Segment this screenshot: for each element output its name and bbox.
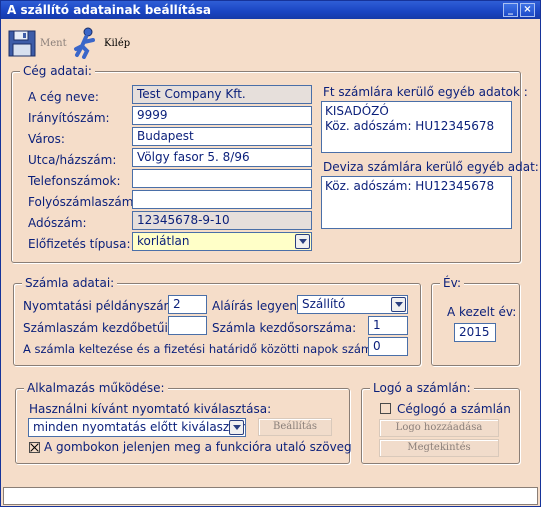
- prefix-label: Számlaszám kezdőbetűi:: [23, 321, 172, 335]
- company-legend: Cég adatai:: [20, 64, 95, 78]
- street-field[interactable]: Völgy fasor 5. 8/96: [132, 148, 312, 167]
- minimize-button[interactable]: _: [503, 3, 518, 17]
- status-bar: [3, 487, 538, 505]
- subscription-label: Előfizetés típusa:: [28, 237, 131, 251]
- exit-button[interactable]: Kilép: [71, 25, 130, 61]
- save-label: Ment: [40, 37, 67, 49]
- fx-other-memo[interactable]: Köz. adószám: HU12345678: [321, 176, 512, 229]
- subscription-select[interactable]: korlátlan: [132, 232, 312, 251]
- start-number-field[interactable]: 1: [368, 316, 408, 335]
- tax-number-label: Adószám:: [28, 216, 87, 230]
- preview-logo-button[interactable]: Megtekintés: [379, 439, 499, 457]
- chevron-down-icon[interactable]: [229, 420, 244, 435]
- ft-other-line: KISADÓZÓ: [325, 104, 389, 118]
- chevron-down-icon[interactable]: [295, 234, 310, 249]
- ft-other-memo[interactable]: KISADÓZÓ Köz. adószám: HU12345678: [321, 101, 512, 153]
- days-label: A számla keltezése és a fizetési határid…: [23, 342, 384, 356]
- close-button[interactable]: ×: [520, 3, 535, 17]
- show-text-label: A gombokon jelenjen meg a funkcióra utal…: [44, 440, 352, 454]
- signature-select[interactable]: Szállító: [297, 295, 408, 314]
- floppy-disk-icon: [8, 30, 36, 57]
- zip-label: Irányítószám:: [28, 111, 110, 125]
- city-label: Város:: [28, 132, 65, 146]
- company-name-label: A cég neve:: [28, 90, 99, 104]
- copies-label: Nyomtatási példányszám:: [23, 299, 180, 313]
- title-bar: A szállító adatainak beállítása: [1, 1, 540, 19]
- tax-number-field[interactable]: 12345678-9-10: [132, 211, 312, 230]
- printer-select[interactable]: minden nyomtatás előtt kiválasztom: [28, 418, 246, 437]
- start-number-label: Számla kezdősorszáma:: [212, 321, 357, 335]
- invoice-legend: Számla adatai:: [22, 276, 118, 290]
- logo-legend: Logó a számlán:: [370, 381, 474, 395]
- year-field[interactable]: 2015: [454, 323, 496, 342]
- save-button[interactable]: Ment: [7, 25, 67, 61]
- printer-label: Használni kívánt nyomtató kiválasztása:: [29, 402, 272, 416]
- company-name-field[interactable]: Test Company Kft.: [132, 85, 312, 104]
- ft-other-label: Ft számlára kerülő egyéb adatok :: [323, 85, 528, 99]
- company-logo-label: Céglogó a számlán: [397, 402, 511, 416]
- zip-field[interactable]: 9999: [132, 106, 312, 125]
- ft-other-line: Köz. adószám: HU12345678: [325, 119, 495, 133]
- prefix-field[interactable]: [168, 316, 207, 335]
- settings-window: A szállító adatainak beállítása _ × Ment…: [0, 0, 541, 507]
- subscription-value: korlátlan: [137, 234, 190, 248]
- street-label: Utca/házszám:: [28, 153, 117, 167]
- exit-label: Kilép: [104, 37, 131, 49]
- printer-value: minden nyomtatás előtt kiválasztom: [33, 420, 246, 434]
- running-man-icon: [74, 27, 95, 59]
- account-field[interactable]: [132, 190, 312, 209]
- year-label: A kezelt év:: [447, 305, 517, 319]
- window-title: A szállító adatainak beállítása: [7, 3, 211, 17]
- printer-settings-button[interactable]: Beállítás: [258, 418, 332, 436]
- city-field[interactable]: Budapest: [132, 127, 312, 146]
- phone-label: Telefonszámok:: [28, 174, 121, 188]
- fx-other-line: Köz. adószám: HU12345678: [325, 179, 495, 193]
- days-field[interactable]: 0: [368, 337, 408, 356]
- account-label: Folyószámlaszám:: [28, 195, 138, 209]
- add-logo-button[interactable]: Logo hozzáadása: [379, 419, 499, 437]
- chevron-down-icon[interactable]: [391, 297, 406, 312]
- phone-field[interactable]: [132, 169, 312, 188]
- year-legend: Év:: [440, 276, 465, 290]
- signature-value: Szállító: [302, 297, 346, 311]
- company-logo-checkbox[interactable]: [380, 403, 391, 414]
- copies-field[interactable]: 2: [168, 295, 207, 314]
- signature-label: Aláírás legyen:: [212, 299, 302, 313]
- fx-other-label: Deviza számlára kerülő egyéb adat:: [323, 160, 539, 174]
- app-legend: Alkalmazás működése:: [24, 381, 168, 395]
- show-text-checkbox[interactable]: [29, 442, 40, 453]
